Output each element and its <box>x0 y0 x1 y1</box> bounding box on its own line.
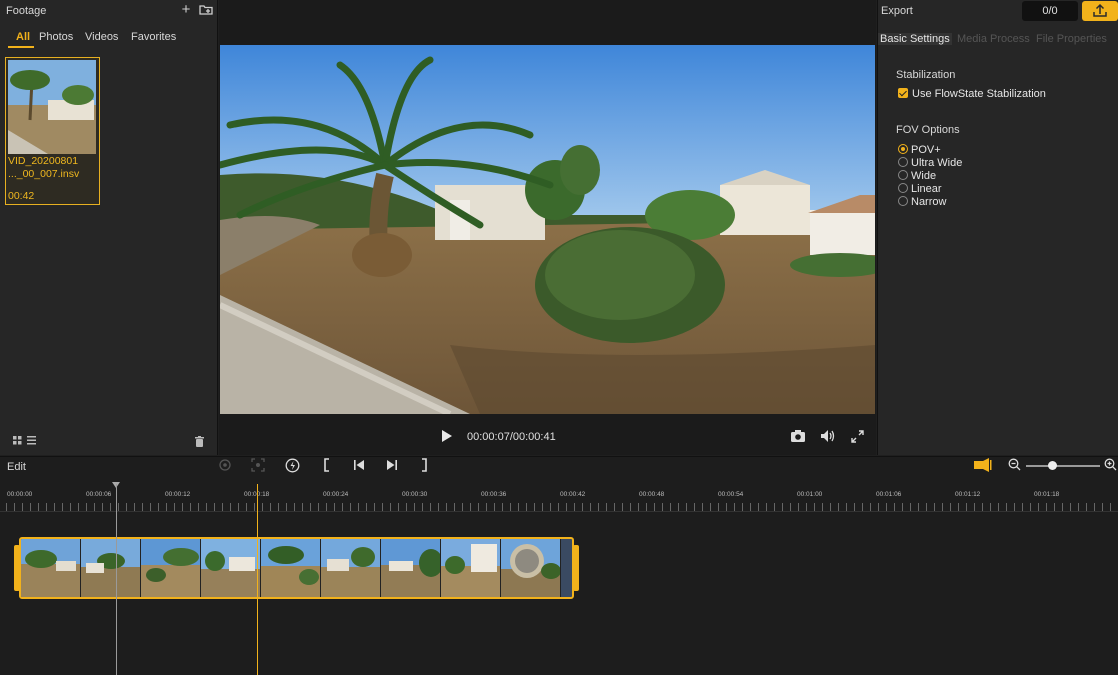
timeline-clip[interactable] <box>19 537 574 599</box>
radio-button[interactable] <box>898 157 908 167</box>
current-time-line[interactable] <box>257 484 258 675</box>
fov-option-linear[interactable]: Linear <box>898 183 942 195</box>
clip-frame <box>261 539 321 597</box>
next-frame-icon[interactable] <box>383 458 401 476</box>
trim-start-icon[interactable] <box>317 458 335 476</box>
clip-frame <box>441 539 501 597</box>
play-icon[interactable] <box>441 429 453 446</box>
ruler-divider <box>0 511 1118 512</box>
fov-option-wide[interactable]: Wide <box>898 170 936 182</box>
ruler-label: 00:00:54 <box>718 491 744 498</box>
ruler-label: 00:00:36 <box>481 491 507 498</box>
tab-photos[interactable]: Photos <box>39 31 73 43</box>
export-count: 0/0 <box>1022 1 1078 21</box>
footage-panel: Footage + All Photos Videos Favorites VI… <box>0 0 218 455</box>
fov-option-label: Wide <box>911 170 937 182</box>
radio-button[interactable] <box>898 183 908 193</box>
zoom-out-icon[interactable] <box>1005 458 1023 476</box>
ruler-label: 00:01:00 <box>797 491 823 498</box>
tab-videos[interactable]: Videos <box>85 31 118 43</box>
trim-end-icon[interactable] <box>416 458 434 476</box>
clip-right-handle[interactable] <box>573 545 579 591</box>
flowstate-checkbox[interactable] <box>898 88 908 98</box>
fov-option-ultra-wide[interactable]: Ultra Wide <box>898 157 962 169</box>
active-tab-indicator <box>8 46 34 48</box>
prev-frame-icon[interactable] <box>350 458 368 476</box>
audio-track-icon[interactable] <box>974 458 992 476</box>
speed-icon[interactable] <box>283 458 301 476</box>
footage-filename: VID_20200801 ..._00_007.insv <box>8 155 100 181</box>
radio-button[interactable] <box>898 170 908 180</box>
video-frame <box>220 45 875 414</box>
clip-frame <box>501 539 561 597</box>
ruler-label: 00:01:12 <box>955 491 981 498</box>
footage-item[interactable]: VID_20200801 ..._00_007.insv 00:42 <box>5 57 100 205</box>
grid-view-icon[interactable] <box>13 436 22 448</box>
tab-media-process[interactable]: Media Process <box>957 33 1030 45</box>
trash-icon[interactable] <box>195 436 204 450</box>
tab-basic-settings[interactable]: Basic Settings <box>878 33 952 45</box>
ruler-label: 00:01:18 <box>1034 491 1060 498</box>
fullscreen-icon[interactable] <box>851 430 864 446</box>
footage-thumbnail <box>8 60 96 154</box>
time-readout: 00:00:07/00:00:41 <box>467 431 556 443</box>
export-title: Export <box>881 5 913 17</box>
fov-option-label: Linear <box>911 183 942 195</box>
video-viewer[interactable] <box>220 45 875 414</box>
fov-option-label: Ultra Wide <box>911 157 963 169</box>
clip-frame <box>141 539 201 597</box>
zoom-slider-track[interactable] <box>1026 465 1100 467</box>
fov-option-pov-plus[interactable]: POV+ <box>898 144 941 156</box>
playhead-line[interactable] <box>116 484 117 675</box>
ruler-label: 00:00:48 <box>639 491 665 498</box>
flowstate-label: Use FlowState Stabilization <box>912 88 1046 100</box>
radio-button[interactable] <box>898 196 908 206</box>
clip-frame <box>81 539 141 597</box>
clip-frame <box>321 539 381 597</box>
reframe-icon[interactable] <box>249 458 267 476</box>
timeline-ruler[interactable] <box>6 503 1116 511</box>
footage-duration: 00:42 <box>8 190 35 202</box>
fov-option-label: Narrow <box>911 196 947 208</box>
fov-option-label: POV+ <box>911 144 941 156</box>
tab-file-properties[interactable]: File Properties <box>1036 33 1107 45</box>
volume-icon[interactable] <box>821 430 836 445</box>
stabilization-title: Stabilization <box>896 69 956 81</box>
filename-line-1: VID_20200801 <box>8 155 79 167</box>
camera-icon[interactable] <box>791 430 805 445</box>
clip-frame <box>381 539 441 597</box>
ruler-label: 00:00:30 <box>402 491 428 498</box>
ruler-label: 00:00:42 <box>560 491 586 498</box>
fov-title: FOV Options <box>896 124 960 136</box>
ruler-label: 00:01:06 <box>876 491 902 498</box>
tab-all[interactable]: All <box>16 31 30 43</box>
clip-frame <box>21 539 81 597</box>
list-view-icon[interactable] <box>27 436 36 448</box>
flowstate-checkbox-row[interactable]: Use FlowState Stabilization <box>898 88 1046 100</box>
zoom-in-icon[interactable] <box>1102 458 1118 476</box>
fov-option-narrow[interactable]: Narrow <box>898 196 946 208</box>
ruler-label: 00:00:24 <box>323 491 349 498</box>
import-folder-icon[interactable] <box>198 2 214 18</box>
tab-favorites[interactable]: Favorites <box>131 31 176 43</box>
filename-line-2: ..._00_007.insv <box>8 168 80 180</box>
edit-title: Edit <box>7 461 26 473</box>
ruler-label: 00:00:00 <box>7 491 33 498</box>
ruler-label: 00:00:06 <box>86 491 112 498</box>
clip-frame <box>201 539 261 597</box>
zoom-slider-knob[interactable] <box>1048 461 1057 470</box>
ruler-label: 00:00:12 <box>165 491 191 498</box>
radio-button[interactable] <box>898 144 908 154</box>
plus-icon[interactable]: + <box>178 2 194 18</box>
share-icon <box>1093 3 1107 17</box>
export-button[interactable] <box>1082 1 1118 21</box>
footage-title: Footage <box>6 5 47 17</box>
keyframe-icon[interactable] <box>216 458 234 476</box>
